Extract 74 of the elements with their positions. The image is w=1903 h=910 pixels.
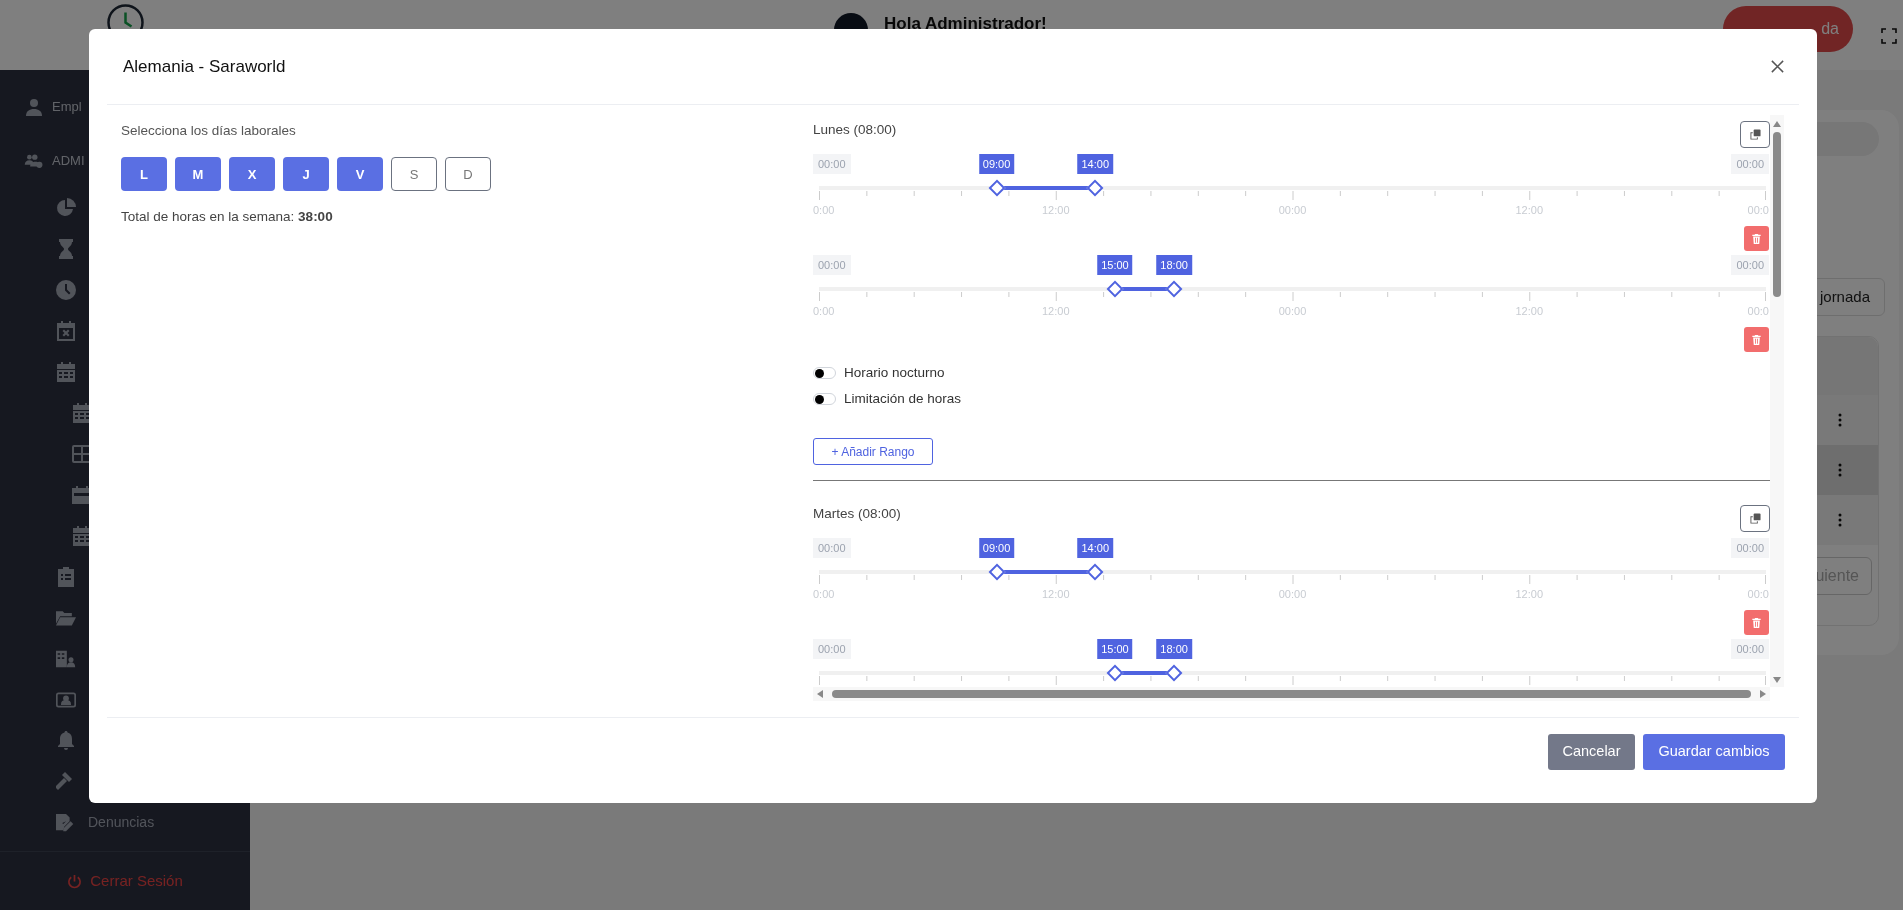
close-icon[interactable]	[1770, 59, 1785, 74]
user-icon	[24, 96, 44, 117]
file-pen-icon	[56, 812, 76, 833]
days-prompt: Selecciona los días laborales	[121, 122, 297, 140]
delete-button[interactable]	[1744, 226, 1769, 251]
range-min-label: 00:00	[813, 538, 851, 558]
weekly-total-text: Total de horas en la semana: 38:00	[121, 208, 334, 227]
thumb-value-label: 14:00	[1077, 538, 1113, 558]
trash-icon	[1752, 233, 1761, 244]
day-title: Lunes (08:00)	[813, 121, 897, 139]
dots-icon	[1838, 463, 1842, 477]
clock-icon	[56, 279, 76, 300]
cancel-button[interactable]: Cancelar	[1548, 734, 1635, 770]
range-max-label: 00:00	[1731, 639, 1769, 659]
greeting-text: Hola Administrador!	[884, 13, 1047, 36]
copy-icon	[1749, 513, 1761, 524]
calendar-icon	[56, 361, 76, 382]
thumb-value-label: 09:00	[978, 154, 1015, 174]
toggle-label: Limitación de horas	[844, 389, 962, 408]
scroll-left-icon[interactable]	[816, 689, 824, 699]
thumb-value-label: 18:00	[1156, 255, 1192, 275]
sidebar-item[interactable]: Empl	[52, 97, 82, 117]
bell-icon	[56, 730, 76, 751]
vertical-scrollbar[interactable]	[1770, 115, 1784, 687]
trash-icon	[1752, 334, 1761, 345]
thumb-value-label: 09:00	[978, 538, 1015, 558]
toggle-switch[interactable]	[813, 393, 836, 405]
range-max-label: 00:00	[1731, 538, 1769, 558]
range-min-label: 00:00	[813, 639, 851, 659]
scroll-down-icon[interactable]	[1772, 676, 1782, 684]
thumb-value-label: 15:00	[1097, 639, 1133, 659]
thumb-value-label: 18:00	[1156, 639, 1192, 659]
scroll-thumb[interactable]	[1773, 132, 1781, 297]
power-icon	[67, 873, 83, 889]
range-min-label: 00:00	[813, 154, 851, 174]
clipboard-list-icon	[56, 566, 76, 587]
day-toggle-button[interactable]: V	[337, 157, 383, 192]
thumb-value-label: 15:00	[1097, 255, 1133, 275]
delete-button[interactable]	[1744, 610, 1769, 635]
fullscreen-icon[interactable]	[1881, 28, 1897, 44]
add-range-button[interactable]: + Añadir Rango	[813, 438, 933, 465]
day-toggle-button[interactable]: J	[283, 157, 329, 192]
range-max-label: 00:00	[1731, 154, 1769, 174]
thumb-value-label: 14:00	[1077, 154, 1113, 174]
pie-chart-icon	[56, 197, 76, 218]
day-toggle-button[interactable]: M	[175, 157, 221, 192]
sidebar-item[interactable]: ADMI	[52, 150, 85, 171]
day-toggle-button[interactable]: L	[121, 157, 167, 192]
range-max-label: 00:00	[1731, 255, 1769, 275]
range-min-label: 00:00	[813, 255, 851, 275]
scroll-right-icon[interactable]	[1759, 689, 1767, 699]
scroll-thumb[interactable]	[832, 690, 1751, 698]
day-toggle-button[interactable]: S	[391, 157, 437, 192]
day-toggle-button[interactable]: X	[229, 157, 275, 192]
horizontal-scrollbar[interactable]	[813, 687, 1770, 701]
copy-icon	[1749, 129, 1761, 140]
calendar-x-icon	[56, 320, 76, 341]
hourglass-icon	[56, 238, 76, 259]
toggle-switch[interactable]	[813, 367, 836, 379]
scroll-up-icon[interactable]	[1772, 120, 1782, 128]
sidebar-item[interactable]: Denuncias	[88, 812, 155, 834]
delete-button[interactable]	[1744, 327, 1769, 352]
trash-icon	[1752, 617, 1761, 628]
dots-icon	[1838, 413, 1842, 427]
day-title: Martes (08:00)	[813, 505, 901, 523]
building-user-icon	[56, 648, 76, 669]
modal-title: Alemania - Saraworld	[123, 55, 286, 78]
save-button[interactable]: Guardar cambios	[1643, 734, 1785, 770]
grid-icon	[72, 443, 92, 464]
toggle-label: Horario nocturno	[844, 363, 945, 382]
day-toggle-button[interactable]: D	[445, 157, 491, 192]
copy-button[interactable]	[1740, 121, 1770, 148]
copy-button[interactable]	[1740, 505, 1770, 532]
dots-icon	[1838, 513, 1842, 527]
